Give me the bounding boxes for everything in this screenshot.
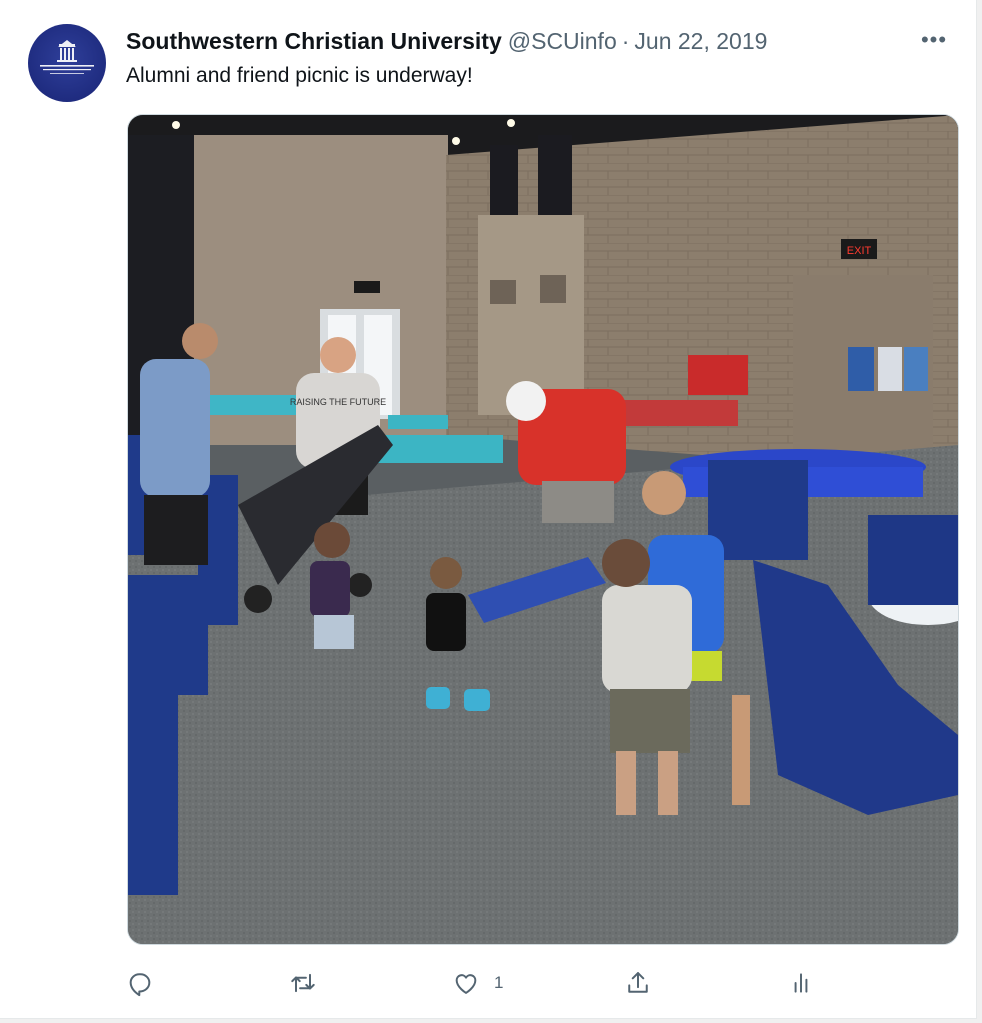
tweet-card[interactable]: Southwestern Christian University @SCUinf… <box>0 0 977 1019</box>
reply-button[interactable] <box>126 965 168 1001</box>
tweet-header: Southwestern Christian University @SCUinf… <box>126 26 767 56</box>
university-logo-icon <box>40 40 94 74</box>
exit-sign-text: EXIT <box>847 245 872 257</box>
analytics-icon <box>794 973 808 993</box>
shirt-text: RAISING THE FUTURE <box>290 397 386 407</box>
like-icon <box>455 974 477 994</box>
like-count: 1 <box>494 973 504 992</box>
tweet-date[interactable]: Jun 22, 2019 <box>634 28 767 54</box>
author-name[interactable]: Southwestern Christian University <box>126 28 502 54</box>
more-options-button[interactable]: ••• <box>914 26 954 54</box>
analytics-button[interactable] <box>788 965 814 1001</box>
avatar[interactable] <box>28 24 106 102</box>
retweet-icon <box>291 973 315 993</box>
like-button[interactable]: 1 <box>452 965 503 1001</box>
picnic-photo: EXIT RAISING THE FUTURE <box>128 115 958 944</box>
more-icon: ••• <box>920 27 948 52</box>
tweet-text: Alumni and friend picnic is underway! <box>126 64 473 87</box>
author-handle[interactable]: @SCUinfo <box>508 28 617 54</box>
retweet-button[interactable] <box>288 965 332 1001</box>
tweet-actions: 1 <box>126 965 826 1001</box>
share-icon <box>628 972 648 993</box>
reply-icon <box>129 973 151 997</box>
tweet-photo[interactable]: EXIT RAISING THE FUTURE <box>127 114 959 945</box>
header-separator: · <box>621 28 630 54</box>
share-button[interactable] <box>624 965 652 1001</box>
